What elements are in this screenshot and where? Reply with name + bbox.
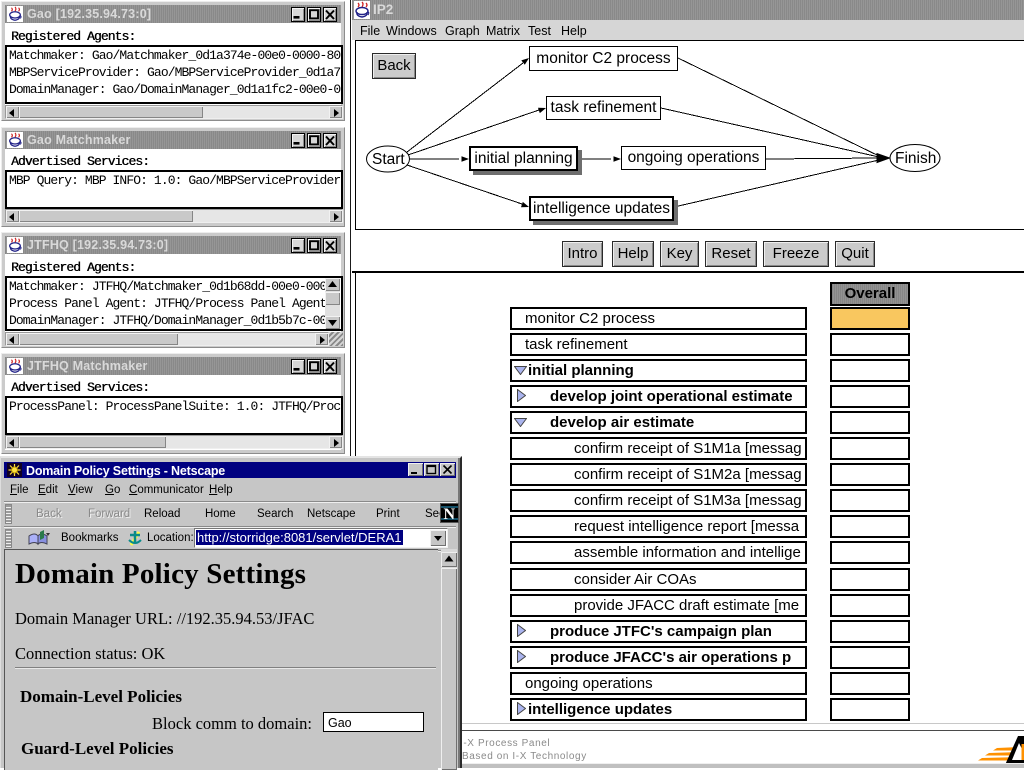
svg-text:Start: Start [372, 151, 405, 168]
svg-text:Finish: Finish [895, 150, 936, 167]
svg-text:N: N [444, 506, 456, 522]
